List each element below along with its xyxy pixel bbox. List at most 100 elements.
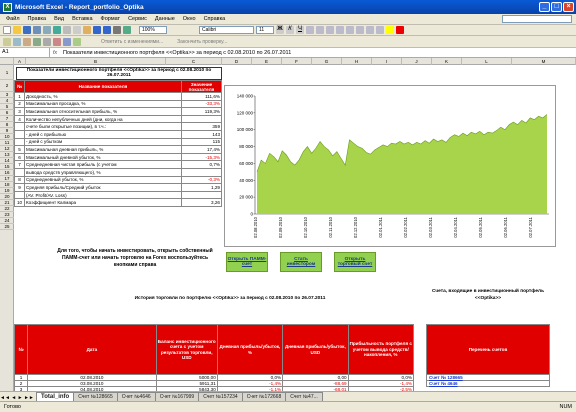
name-box[interactable]: A1 <box>0 48 50 57</box>
select-all-corner[interactable] <box>0 58 14 65</box>
sheet-tab[interactable]: Счет №4646 <box>116 392 156 401</box>
minimize-button[interactable]: _ <box>539 2 550 12</box>
align-center-icon[interactable] <box>316 26 324 34</box>
col-header-d[interactable]: D <box>222 58 252 65</box>
menu-window[interactable]: Окно <box>179 16 200 22</box>
history-header-total-pct: Прибыльность портфеля с учетом вывода ср… <box>347 324 415 375</box>
open-icon[interactable] <box>13 26 21 34</box>
summary-row-value: 111,6% <box>181 92 222 101</box>
toolbar-icon-h[interactable] <box>73 37 81 46</box>
summary-row-name: вывода средств управляющего), % <box>24 167 182 177</box>
fx-icon[interactable]: fx <box>50 50 60 56</box>
y-tick-label: 60 000 <box>239 161 253 166</box>
paste-icon[interactable] <box>83 26 91 34</box>
menu-help[interactable]: Справка <box>200 16 230 22</box>
col-header-i[interactable]: I <box>372 58 402 65</box>
save-icon[interactable] <box>23 26 31 34</box>
chart-wizard-icon[interactable] <box>123 26 131 34</box>
menu-format[interactable]: Формат <box>97 16 125 22</box>
sheet-tab[interactable]: Счет №172668 <box>241 392 287 401</box>
sheet-tab[interactable]: Счет №47... <box>285 392 323 401</box>
summary-row-num: 6 <box>14 152 25 162</box>
summary-row-name: Максимальная просадка, % <box>24 99 182 109</box>
print-icon[interactable] <box>33 26 41 34</box>
cut-icon[interactable] <box>63 26 71 34</box>
summary-row-value: 3,26 <box>181 198 222 207</box>
menu-file[interactable]: Файл <box>2 16 24 22</box>
col-header-c[interactable]: C <box>166 58 222 65</box>
font-select[interactable]: Calibri <box>199 26 254 34</box>
close-button[interactable]: × <box>563 2 574 12</box>
menu-data[interactable]: Данные <box>151 16 179 22</box>
summary-row: счете были открытые позиции), в т.ч.: 359 <box>14 122 222 131</box>
toolbar-icon-b[interactable] <box>13 37 21 46</box>
sheet-tab[interactable]: Счет №128665 <box>73 392 118 401</box>
summary-row-name: Количество непубличных дней (дни, когда … <box>24 114 182 124</box>
help-search-input[interactable] <box>502 15 572 23</box>
align-right-icon[interactable] <box>326 26 334 34</box>
col-header-l[interactable]: L <box>462 58 512 65</box>
toolbar-icon-a[interactable] <box>3 37 11 46</box>
sheet-tab[interactable]: Счет №157234 <box>198 392 243 401</box>
fill-color-icon[interactable] <box>386 26 394 34</box>
sheet-tab[interactable]: Счет №167999 <box>154 392 200 401</box>
toolbar-icon-f[interactable] <box>53 37 61 46</box>
open-trading-account-button[interactable]: Открыть торговый счет <box>334 252 376 272</box>
toolbar-icon-e[interactable] <box>43 37 51 46</box>
toolbar-icon-g[interactable] <box>63 37 71 46</box>
autosum-icon[interactable] <box>113 26 121 34</box>
col-header-e[interactable]: E <box>252 58 282 65</box>
formula-input[interactable]: Показатели инвестиционного портфеля <<Op… <box>60 50 291 56</box>
undo-icon[interactable] <box>93 26 101 34</box>
menu-insert[interactable]: Вставка <box>68 16 96 22</box>
sheet-tab[interactable]: Total_info <box>36 392 75 401</box>
underline-icon[interactable]: Ч <box>296 26 304 34</box>
col-header-h[interactable]: H <box>342 58 372 65</box>
end-review[interactable]: Закончить проверку... <box>177 39 227 45</box>
reply-with-changes[interactable]: Ответить с изменениями... <box>101 39 163 45</box>
menu-view[interactable]: Вид <box>50 16 68 22</box>
account-link[interactable]: Счет № 4646 <box>426 380 550 387</box>
percent-icon[interactable] <box>356 26 364 34</box>
menu-tools[interactable]: Сервис <box>124 16 151 22</box>
align-left-icon[interactable] <box>306 26 314 34</box>
summary-row-num <box>14 167 25 177</box>
zoom-select[interactable]: 100% <box>139 26 167 34</box>
redo-icon[interactable] <box>103 26 111 34</box>
merge-icon[interactable] <box>336 26 344 34</box>
bold-icon[interactable]: Ж <box>276 26 284 34</box>
italic-icon[interactable]: К <box>286 26 294 34</box>
row-header[interactable]: 1 <box>0 65 14 80</box>
new-icon[interactable] <box>3 26 11 34</box>
col-header-g[interactable]: G <box>312 58 342 65</box>
accounts-title: Счета, входящие в инвестиционный портфел… <box>431 289 545 301</box>
col-header-b[interactable]: B <box>26 58 166 65</box>
copy-icon[interactable] <box>73 26 81 34</box>
summary-row: 7 Среднедневная чистая прибыль (с учетом 0… <box>14 160 222 169</box>
font-color-icon[interactable] <box>396 26 404 34</box>
row-header[interactable]: 2 <box>0 80 14 92</box>
col-header-m[interactable]: M <box>512 58 576 65</box>
col-header-k[interactable]: K <box>432 58 462 65</box>
preview-icon[interactable] <box>43 26 51 34</box>
size-select[interactable]: 11 <box>256 26 274 34</box>
toolbar-icon-c[interactable] <box>23 37 31 46</box>
spelling-icon[interactable] <box>53 26 61 34</box>
maximize-button[interactable]: □ <box>551 2 562 12</box>
indent-icon[interactable] <box>366 26 374 34</box>
borders-icon[interactable] <box>376 26 384 34</box>
col-header-a[interactable]: A <box>14 58 26 65</box>
menu-edit[interactable]: Правка <box>24 16 51 22</box>
row-header[interactable]: 25 <box>0 224 14 230</box>
summary-row-value: 143 <box>181 129 222 139</box>
open-pamm-button[interactable]: Открыть ПАММ-счет <box>226 252 268 272</box>
worksheet[interactable]: A B C D E F G H I J K L M 1 2 3 4 5 6 7 8 9 10 11 1… <box>0 58 576 391</box>
summary-row-num <box>14 137 25 147</box>
become-investor-button[interactable]: Стать инвестором <box>280 252 322 272</box>
col-header-j[interactable]: J <box>402 58 432 65</box>
toolbar-icon-d[interactable] <box>33 37 41 46</box>
x-tick-label: 02.08.2010 <box>253 216 258 238</box>
col-header-f[interactable]: F <box>282 58 312 65</box>
currency-icon[interactable] <box>346 26 354 34</box>
equity-chart[interactable]: 140 000 120 000 100 000 80 000 60 000 40 000 2… <box>224 85 556 247</box>
